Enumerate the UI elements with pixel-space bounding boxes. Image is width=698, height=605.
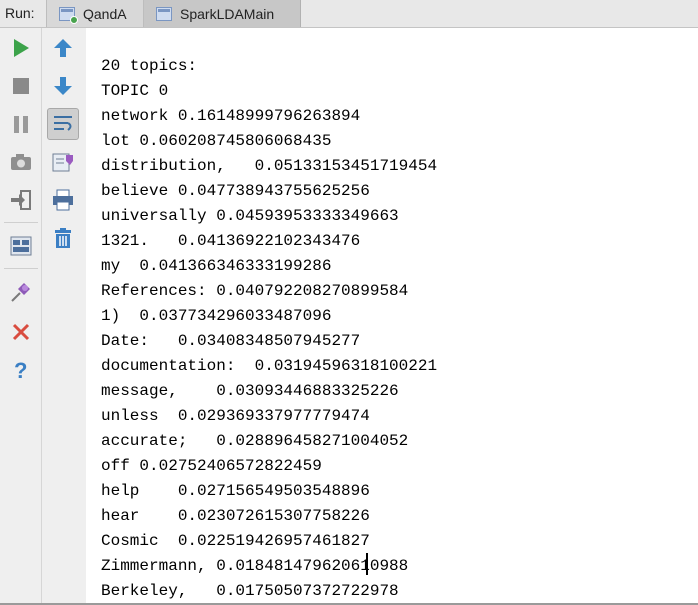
run-tabbar: Run: QandA SparkLDAMain bbox=[0, 0, 698, 28]
application-icon bbox=[59, 6, 78, 24]
arrow-up-icon bbox=[54, 39, 72, 57]
console-output[interactable]: 20 topics: TOPIC 0 network 0.1614899979626… bbox=[86, 28, 698, 603]
help-icon: ? bbox=[14, 358, 27, 382]
console-line: Zimmermann, 0.018481479620610988 bbox=[101, 557, 409, 575]
layout-icon bbox=[10, 236, 32, 256]
tab-label: QandA bbox=[83, 5, 127, 22]
application-icon bbox=[156, 6, 172, 21]
console-line: distribution, 0.05133153451719454 bbox=[101, 157, 438, 175]
restore-layout-button[interactable] bbox=[6, 231, 36, 261]
next-occurrence-button[interactable] bbox=[48, 71, 78, 101]
tab-label: SparkLDAMain bbox=[180, 5, 275, 22]
text-cursor bbox=[366, 553, 368, 575]
print-icon bbox=[53, 189, 73, 211]
stop-icon bbox=[13, 78, 29, 94]
close-button[interactable] bbox=[6, 317, 36, 347]
console-line: believe 0.047738943755625256 bbox=[101, 182, 370, 200]
pause-icon bbox=[14, 116, 28, 133]
console-line: universally 0.04593953333349663 bbox=[101, 207, 399, 225]
console-line: hear 0.023072615307758226 bbox=[101, 507, 370, 525]
console-line: unless 0.029369337977779474 bbox=[101, 407, 370, 425]
console-line: TOPIC 0 bbox=[101, 82, 169, 100]
arrow-down-icon bbox=[54, 77, 72, 95]
print-button[interactable] bbox=[48, 185, 78, 215]
console-line: off 0.02752406572822459 bbox=[101, 457, 322, 475]
console-line: Berkeley, 0.01750507372722978 bbox=[101, 582, 399, 600]
console-line: 1321. 0.04136922102343476 bbox=[101, 232, 361, 250]
console-line: 1) 0.037734296033487096 bbox=[101, 307, 332, 325]
pin-icon bbox=[11, 283, 30, 302]
stop-button[interactable] bbox=[6, 71, 36, 101]
tab-qanda[interactable]: QandA bbox=[46, 0, 144, 27]
run-icon bbox=[14, 39, 29, 57]
console-line: 20 topics: bbox=[101, 57, 198, 75]
console-line: help 0.027156549503548896 bbox=[101, 482, 370, 500]
rerun-button[interactable] bbox=[6, 33, 36, 63]
trash-icon bbox=[55, 228, 71, 248]
soft-wrap-button[interactable] bbox=[47, 108, 79, 140]
scroll-to-end-icon bbox=[52, 153, 73, 172]
pin-tab-button[interactable] bbox=[6, 277, 36, 307]
camera-icon bbox=[11, 154, 31, 170]
dump-threads-button[interactable] bbox=[6, 147, 36, 177]
console-line: Cosmic 0.022519426957461827 bbox=[101, 532, 370, 550]
exit-button[interactable] bbox=[6, 185, 36, 215]
console-line: my 0.041366346333199286 bbox=[101, 257, 332, 275]
help-button[interactable]: ? bbox=[6, 355, 36, 385]
pause-button[interactable] bbox=[6, 109, 36, 139]
console-line: References: 0.040792208270899584 bbox=[101, 282, 409, 300]
tab-sparkldamain[interactable]: SparkLDAMain bbox=[144, 0, 301, 27]
close-icon bbox=[12, 323, 30, 341]
console-line: network 0.16148999796263894 bbox=[101, 107, 361, 125]
soft-wrap-icon bbox=[54, 116, 72, 131]
run-label: Run: bbox=[5, 5, 35, 21]
svg-text:?: ? bbox=[14, 358, 27, 382]
console-line: Date: 0.03408348507945277 bbox=[101, 332, 361, 350]
right-toolbar bbox=[42, 28, 86, 603]
exit-icon bbox=[11, 190, 31, 210]
previous-occurrence-button[interactable] bbox=[48, 33, 78, 63]
scroll-to-end-button[interactable] bbox=[48, 147, 78, 177]
console-line: accurate; 0.028896458271004052 bbox=[101, 432, 409, 450]
console-line: documentation: 0.03194596318100221 bbox=[101, 357, 438, 375]
console-line: message, 0.03093446883325226 bbox=[101, 382, 399, 400]
clear-all-button[interactable] bbox=[48, 223, 78, 253]
left-toolbar: ? bbox=[0, 28, 42, 603]
console-line: lot 0.060208745806068435 bbox=[101, 132, 332, 150]
